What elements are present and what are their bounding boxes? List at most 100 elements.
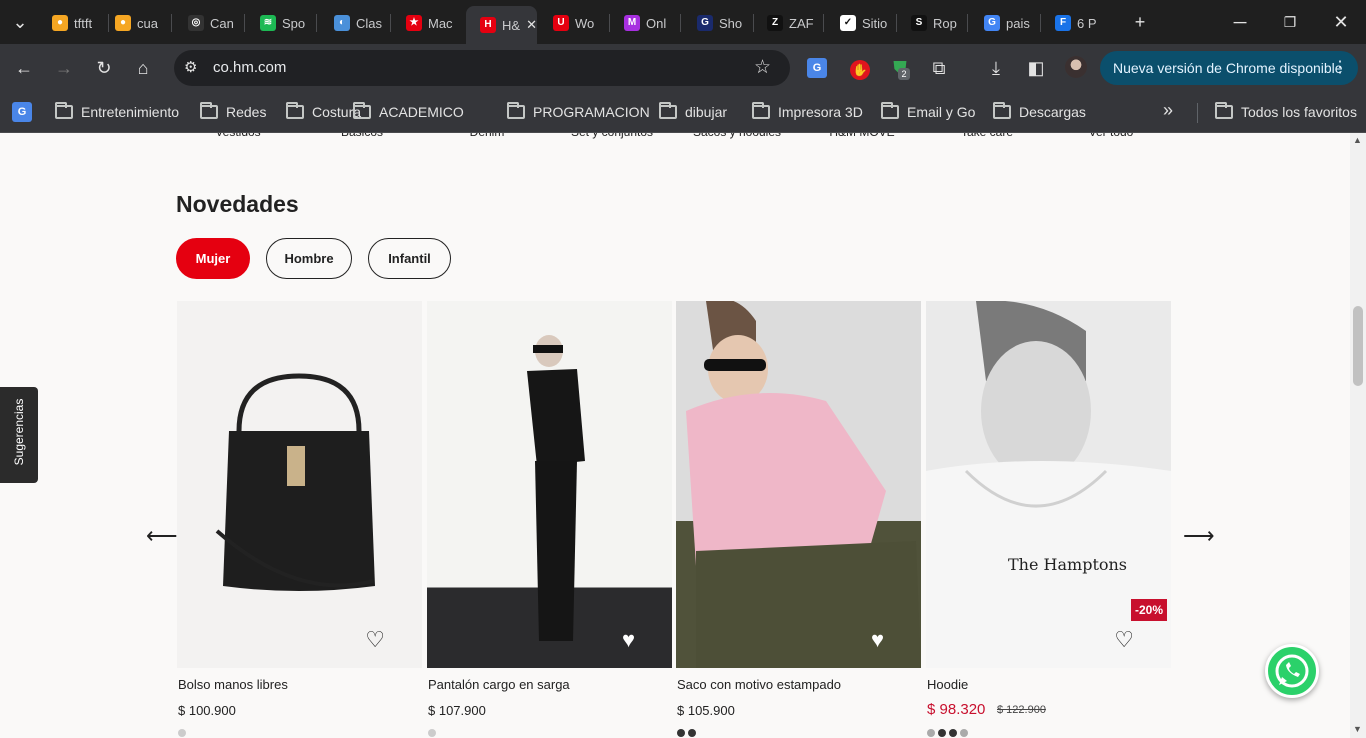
- product-name[interactable]: Pantalón cargo en sarga: [428, 677, 570, 692]
- color-swatch[interactable]: [938, 729, 946, 737]
- product-name[interactable]: Saco con motivo estampado: [677, 677, 841, 692]
- bookmark-folder[interactable]: Impresora 3D: [752, 102, 863, 122]
- color-swatches: [428, 729, 436, 737]
- color-swatch[interactable]: [927, 729, 935, 737]
- category-link[interactable]: Vestidos: [176, 133, 300, 139]
- bookmark-folder[interactable]: Email y Go: [881, 102, 975, 122]
- site-info-icon[interactable]: ⚙: [184, 58, 197, 76]
- product-image[interactable]: ♥: [427, 301, 672, 668]
- bookmark-folder[interactable]: PROGRAMACION: [507, 102, 650, 122]
- browser-tab[interactable]: G Sho: [683, 8, 753, 38]
- product-name[interactable]: Bolso manos libres: [178, 677, 288, 692]
- browser-tab[interactable]: ◐ Clas: [320, 8, 390, 38]
- favorite-heart-icon[interactable]: ♥: [622, 629, 635, 651]
- scroll-up-icon[interactable]: ▲: [1353, 135, 1362, 145]
- color-swatches: [178, 729, 186, 737]
- downloads-button[interactable]: ⤓: [984, 56, 1008, 80]
- close-window-button[interactable]: ✕: [1327, 8, 1355, 36]
- favorite-heart-icon[interactable]: ♡: [365, 629, 385, 651]
- bookmark-folder[interactable]: Entretenimiento: [55, 102, 179, 122]
- favorite-heart-icon[interactable]: ♡: [1114, 629, 1134, 651]
- translate-bookmark-icon[interactable]: G: [12, 102, 32, 122]
- page-scrollbar[interactable]: ▲ ▼: [1350, 133, 1366, 738]
- bookmark-folder[interactable]: dibujar: [659, 102, 727, 122]
- google-translate-extension[interactable]: G: [807, 58, 827, 78]
- bookmark-folder[interactable]: ACADEMICO: [353, 102, 464, 122]
- profile-button[interactable]: [1064, 56, 1088, 80]
- bookmark-star-icon[interactable]: ☆: [754, 56, 771, 79]
- browser-tab[interactable]: H H&M ✕: [466, 6, 537, 44]
- category-link[interactable]: H&M MOVE: [800, 133, 924, 139]
- product-image[interactable]: ♥: [676, 301, 921, 668]
- product-image[interactable]: ♡: [177, 301, 422, 668]
- whatsapp-chat-button[interactable]: [1265, 644, 1319, 698]
- browser-tab[interactable]: U Wo: [539, 8, 609, 38]
- category-link[interactable]: Básicos: [300, 133, 424, 139]
- product-image[interactable]: The Hamptons -20% ♡: [926, 301, 1171, 668]
- bookmark-label: dibujar: [685, 104, 728, 120]
- tab-favicon-icon: M: [624, 15, 640, 31]
- filter-mujer[interactable]: Mujer: [176, 238, 250, 279]
- product-card[interactable]: ♥ Saco con motivo estampado $ 105.900: [676, 301, 921, 737]
- color-swatch[interactable]: [178, 729, 186, 737]
- home-button[interactable]: ⌂: [131, 56, 155, 80]
- category-link[interactable]: Sacos y hoodies: [675, 133, 799, 139]
- bookmark-folder[interactable]: Descargas: [993, 102, 1086, 122]
- tab-title: tftft: [74, 15, 93, 31]
- scrollbar-thumb[interactable]: [1353, 306, 1363, 386]
- back-button[interactable]: ←: [12, 56, 36, 80]
- extensions-button[interactable]: ⧉: [927, 56, 951, 80]
- product-card[interactable]: ♡ Bolso manos libres $ 100.900: [177, 301, 422, 737]
- product-name[interactable]: Hoodie: [927, 677, 968, 692]
- category-link[interactable]: Set y conjuntos: [550, 133, 674, 139]
- bookmark-folder[interactable]: Redes: [200, 102, 266, 122]
- side-panel-button[interactable]: ◧: [1024, 56, 1048, 80]
- color-swatch[interactable]: [960, 729, 968, 737]
- color-swatches: [677, 729, 696, 737]
- favorite-heart-icon[interactable]: ♥: [871, 629, 884, 651]
- browser-tab[interactable]: F 6 P: [1041, 8, 1111, 38]
- filter-infantil[interactable]: Infantil: [368, 238, 451, 279]
- suggestions-side-tab[interactable]: Sugerencias: [0, 387, 38, 483]
- product-card[interactable]: The Hamptons -20% ♡ Hoodie $ 98.320 $ 12…: [926, 301, 1171, 737]
- color-swatch[interactable]: [688, 729, 696, 737]
- browser-tab[interactable]: ● cua: [101, 8, 171, 38]
- browser-tab[interactable]: ★ Mac: [392, 8, 462, 38]
- bookmarks-overflow-icon[interactable]: »: [1163, 100, 1173, 121]
- carousel-prev-button[interactable]: ⟵: [146, 523, 178, 549]
- scroll-down-icon[interactable]: ▼: [1353, 724, 1362, 734]
- url-text[interactable]: co.hm.com: [213, 59, 286, 76]
- browser-tab[interactable]: Z ZAF: [753, 8, 823, 38]
- bookmark-folder[interactable]: Costura: [286, 102, 361, 122]
- maximize-button[interactable]: ❐: [1276, 8, 1304, 36]
- color-swatch[interactable]: [428, 729, 436, 737]
- browser-tab[interactable]: M Onl: [610, 8, 680, 38]
- filter-hombre[interactable]: Hombre: [266, 238, 352, 279]
- color-swatch[interactable]: [949, 729, 957, 737]
- browser-tab[interactable]: ✓ Sitio: [826, 8, 896, 38]
- chrome-update-button[interactable]: Nueva versión de Chrome disponible ⋮: [1100, 51, 1358, 85]
- forward-button[interactable]: →: [52, 56, 76, 80]
- tab-title: Wo: [575, 15, 595, 31]
- folder-icon: [1215, 102, 1233, 119]
- browser-tab[interactable]: ◎ Can: [174, 8, 244, 38]
- adblock-extension[interactable]: ✋: [848, 56, 872, 80]
- carousel-next-button[interactable]: ⟶: [1183, 523, 1215, 549]
- category-link[interactable]: Denim: [425, 133, 549, 139]
- category-link[interactable]: Take care: [925, 133, 1049, 139]
- browser-tab[interactable]: ≋ Spo: [246, 8, 316, 38]
- close-tab-icon[interactable]: ✕: [526, 17, 537, 33]
- category-link[interactable]: Ver todo: [1049, 133, 1173, 139]
- minimize-button[interactable]: ─: [1226, 8, 1254, 36]
- browser-tab[interactable]: Gpais: [970, 8, 1040, 38]
- product-card[interactable]: ♥ Pantalón cargo en sarga $ 107.900: [427, 301, 672, 737]
- all-bookmarks-folder[interactable]: Todos los favoritos: [1215, 102, 1357, 122]
- reload-button[interactable]: ↻: [92, 56, 116, 80]
- address-bar[interactable]: ⚙ co.hm.com ☆: [174, 50, 790, 86]
- new-tab-button[interactable]: +: [1126, 8, 1154, 36]
- shield-extension[interactable]: ⛊ 2: [888, 56, 912, 80]
- browser-tab[interactable]: ● tftft: [38, 8, 108, 38]
- color-swatch[interactable]: [677, 729, 685, 737]
- tab-search-button[interactable]: ⌄: [6, 8, 34, 36]
- browser-tab[interactable]: S Rop: [897, 8, 967, 38]
